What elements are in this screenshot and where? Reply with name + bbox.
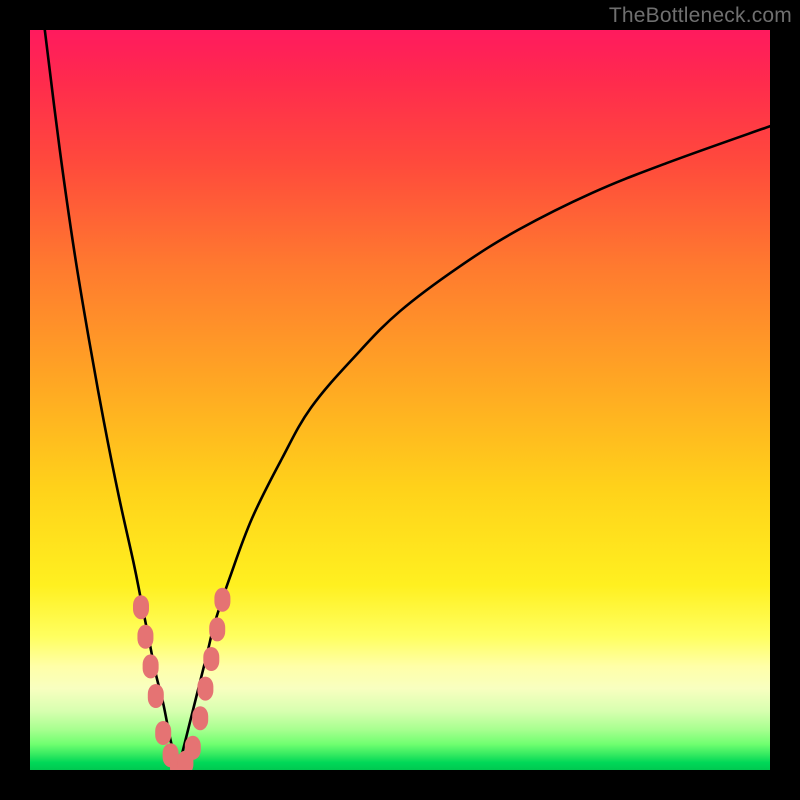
curve-layer bbox=[30, 30, 770, 770]
left-branch-curve bbox=[45, 30, 178, 770]
marker-pill bbox=[133, 595, 149, 619]
marker-pill bbox=[148, 684, 164, 708]
marker-pill bbox=[192, 706, 208, 730]
marker-pill bbox=[214, 588, 230, 612]
marker-pill bbox=[143, 654, 159, 678]
chart-frame: TheBottleneck.com bbox=[0, 0, 800, 800]
marker-pill bbox=[137, 625, 153, 649]
marker-pill bbox=[197, 677, 213, 701]
watermark-text: TheBottleneck.com bbox=[609, 4, 792, 28]
marker-pill bbox=[203, 647, 219, 671]
marker-pill bbox=[155, 721, 171, 745]
marker-pill bbox=[185, 736, 201, 760]
right-branch-curve bbox=[178, 126, 770, 770]
marker-pill bbox=[209, 617, 225, 641]
plot-area bbox=[30, 30, 770, 770]
